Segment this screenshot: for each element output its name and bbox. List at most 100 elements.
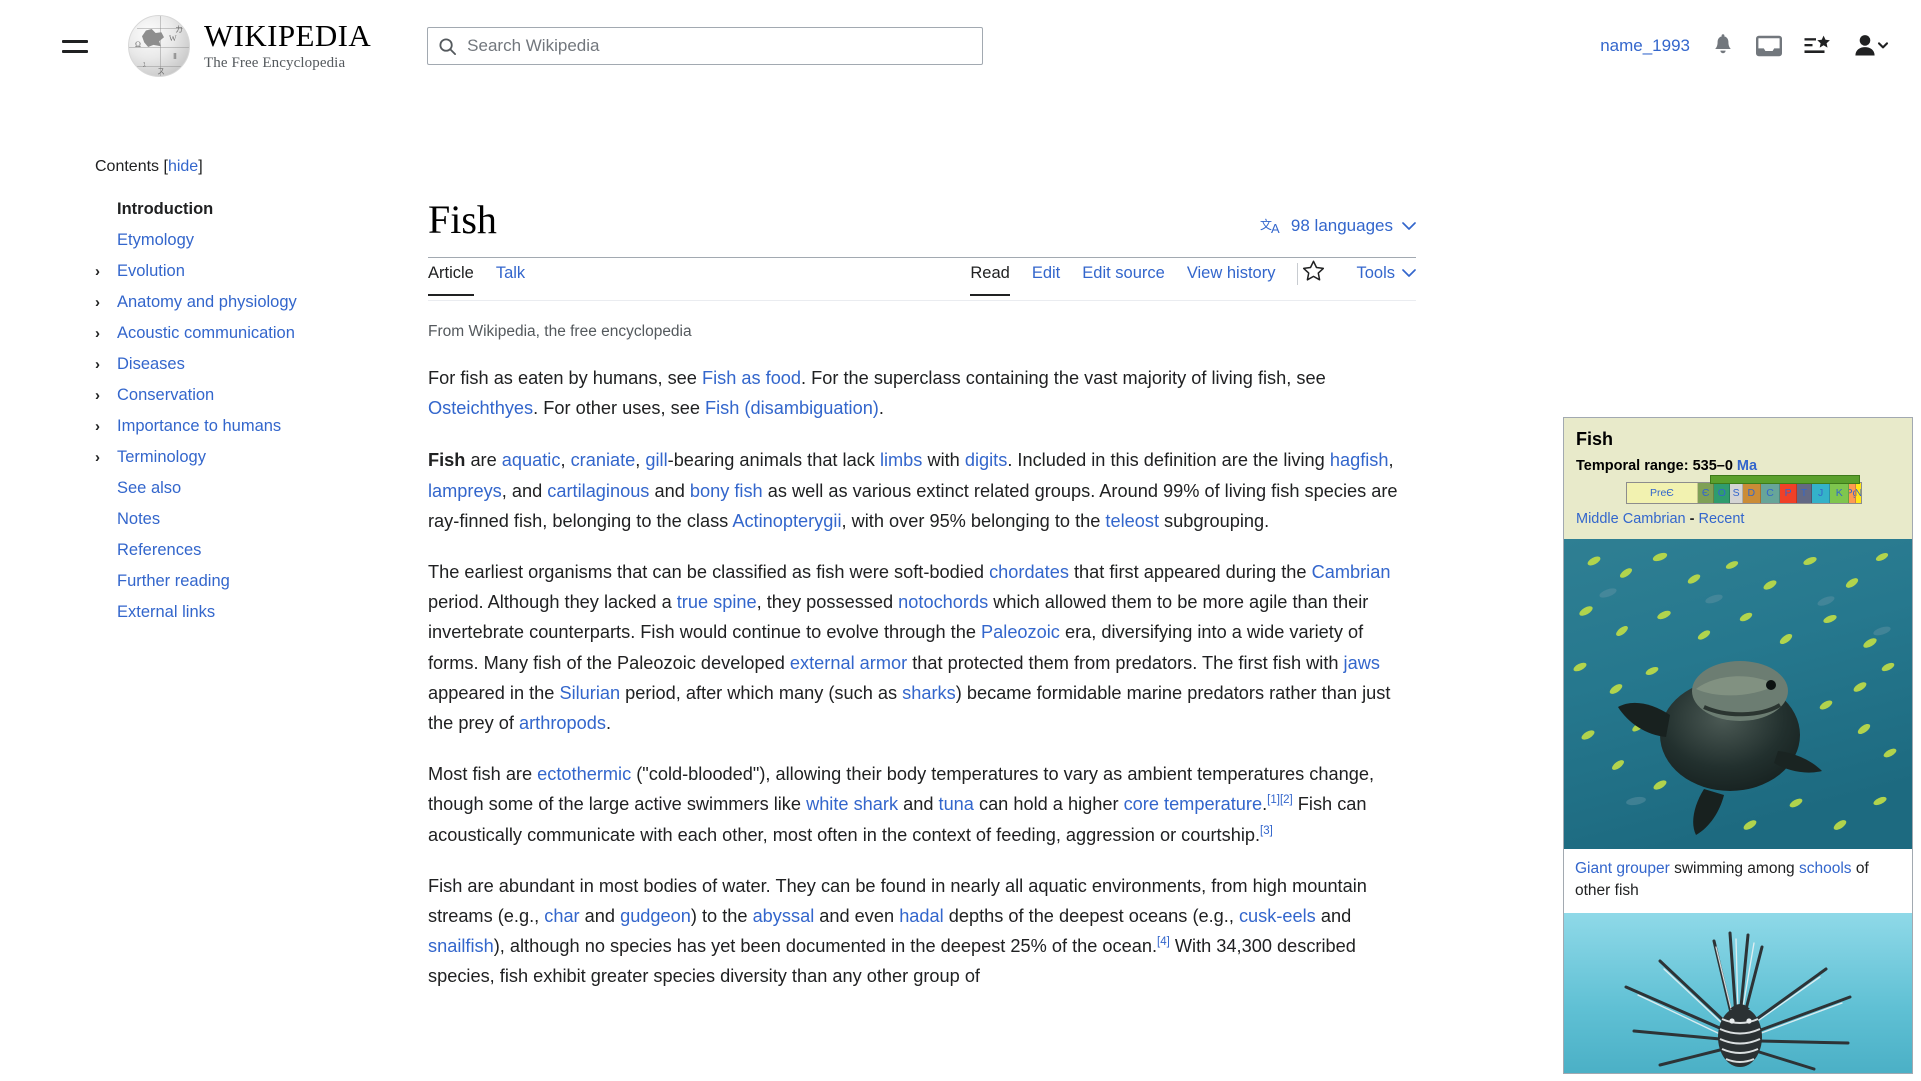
- toc-item-label[interactable]: Anatomy and physiology: [117, 293, 297, 312]
- toc-hide-button[interactable]: hide: [168, 158, 198, 175]
- toc-item-label[interactable]: Introduction: [117, 200, 213, 219]
- link-notochords[interactable]: notochords: [898, 592, 988, 612]
- link-limbs[interactable]: limbs: [880, 450, 922, 470]
- timescale-segment[interactable]: O: [1714, 483, 1731, 503]
- tab-edit[interactable]: Edit: [1032, 264, 1060, 295]
- toc-item-references[interactable]: References: [95, 535, 424, 566]
- chevron-right-icon[interactable]: ›: [95, 387, 117, 404]
- toc-item-etymology[interactable]: Etymology: [95, 225, 424, 256]
- link-hadal[interactable]: hadal: [899, 906, 944, 926]
- tab-read[interactable]: Read: [970, 264, 1010, 296]
- chevron-right-icon[interactable]: ›: [95, 263, 117, 280]
- toc-item-acoustic-communication[interactable]: › Acoustic communication: [95, 318, 424, 349]
- link-char[interactable]: char: [544, 906, 579, 926]
- toc-item-label[interactable]: Acoustic communication: [117, 324, 295, 343]
- link-external-armor[interactable]: external armor: [790, 653, 907, 673]
- link-silurian[interactable]: Silurian: [559, 683, 620, 703]
- giant-grouper-photo[interactable]: [1564, 539, 1912, 849]
- toc-item-label[interactable]: External links: [117, 603, 215, 622]
- chevron-right-icon[interactable]: ›: [95, 418, 117, 435]
- link-aquatic[interactable]: aquatic: [502, 450, 561, 470]
- toc-item-label[interactable]: Further reading: [117, 572, 230, 591]
- toc-item-diseases[interactable]: › Diseases: [95, 349, 424, 380]
- toc-item-label[interactable]: Evolution: [117, 262, 185, 281]
- hamburger-icon[interactable]: [54, 25, 96, 67]
- chevron-right-icon[interactable]: ›: [95, 356, 117, 373]
- chevron-right-icon[interactable]: ›: [95, 325, 117, 342]
- tools-menu-button[interactable]: Tools: [1356, 264, 1416, 294]
- toc-item-label[interactable]: Terminology: [117, 448, 206, 467]
- link-jaws[interactable]: jaws: [1344, 653, 1380, 673]
- toc-item-conservation[interactable]: › Conservation: [95, 380, 424, 411]
- search-input[interactable]: Search Wikipedia: [427, 27, 984, 65]
- timescale-segment[interactable]: K: [1830, 483, 1850, 503]
- link-core-temperature[interactable]: core temperature: [1124, 794, 1263, 814]
- toc-item-terminology[interactable]: › Terminology: [95, 442, 424, 473]
- link-chordates[interactable]: chordates: [989, 562, 1069, 582]
- reference-1[interactable]: [1]: [1267, 794, 1280, 806]
- link-snailfish[interactable]: snailfish: [428, 936, 494, 956]
- timescale-segment[interactable]: S: [1730, 483, 1743, 503]
- chevron-right-icon[interactable]: ›: [95, 449, 117, 466]
- timescale-segment[interactable]: P: [1780, 483, 1798, 503]
- link-sharks[interactable]: sharks: [902, 683, 956, 703]
- tab-talk[interactable]: Talk: [496, 264, 525, 295]
- link-middle-cambrian[interactable]: Middle Cambrian: [1576, 511, 1686, 527]
- watch-star-icon[interactable]: [1302, 260, 1325, 287]
- toc-item-label[interactable]: Etymology: [117, 231, 194, 250]
- toc-item-label[interactable]: See also: [117, 479, 181, 498]
- toc-item-further-reading[interactable]: Further reading: [95, 566, 424, 597]
- link-craniate[interactable]: craniate: [571, 450, 636, 470]
- timescale-segment[interactable]: C: [1760, 483, 1781, 503]
- timescale-segment[interactable]: N: [1855, 483, 1861, 503]
- toc-item-notes[interactable]: Notes: [95, 504, 424, 535]
- timescale-segment[interactable]: D: [1742, 483, 1761, 503]
- tab-edit-source[interactable]: Edit source: [1082, 264, 1165, 295]
- link-giant-grouper[interactable]: Giant grouper: [1575, 860, 1670, 877]
- username-link[interactable]: name_1993: [1600, 36, 1690, 56]
- link-arthropods[interactable]: arthropods: [519, 713, 606, 733]
- timescale-segment[interactable]: PreЄ: [1627, 483, 1698, 503]
- timescale-segment[interactable]: J: [1811, 483, 1831, 503]
- link-schools[interactable]: schools: [1799, 860, 1852, 877]
- bell-icon[interactable]: [1712, 34, 1734, 58]
- toc-item-introduction[interactable]: Introduction: [95, 194, 424, 225]
- toc-item-importance-to-humans[interactable]: › Importance to humans: [95, 411, 424, 442]
- user-avatar-icon[interactable]: [1853, 34, 1889, 58]
- toc-item-label[interactable]: Conservation: [117, 386, 214, 405]
- link-osteichthyes[interactable]: Osteichthyes: [428, 398, 533, 418]
- link-fish-as-food[interactable]: Fish as food: [702, 368, 801, 388]
- toc-item-anatomy-and-physiology[interactable]: › Anatomy and physiology: [95, 287, 424, 318]
- link-actinopterygii[interactable]: Actinopterygii: [732, 511, 841, 531]
- reference-4[interactable]: [4]: [1157, 936, 1170, 948]
- language-selector-button[interactable]: 文 A 98 languages: [1260, 216, 1416, 236]
- reference-3[interactable]: [3]: [1260, 825, 1273, 837]
- link-gill[interactable]: gill: [645, 450, 667, 470]
- link-ectothermic[interactable]: ectothermic: [537, 764, 631, 784]
- link-bony-fish[interactable]: bony fish: [690, 481, 763, 501]
- reference-2[interactable]: [2]: [1280, 794, 1293, 806]
- toc-item-label[interactable]: Diseases: [117, 355, 185, 374]
- temporal-range-unit[interactable]: Ma: [1737, 458, 1757, 474]
- link-hagfish[interactable]: hagfish: [1330, 450, 1389, 470]
- toc-item-external-links[interactable]: External links: [95, 597, 424, 628]
- chevron-right-icon[interactable]: ›: [95, 294, 117, 311]
- link-paleozoic[interactable]: Paleozoic: [981, 622, 1060, 642]
- toc-item-label[interactable]: Importance to humans: [117, 417, 281, 436]
- timescale-segment[interactable]: T: [1797, 483, 1812, 503]
- link-white-shark[interactable]: white shark: [806, 794, 898, 814]
- timescale-segment[interactable]: Pg: [1849, 483, 1856, 503]
- wikipedia-logo-link[interactable]: Ω W Ⅱ ג ス カ WIKIPEDIA The Free Encyclope…: [128, 15, 371, 77]
- link-cusk-eels[interactable]: cusk-eels: [1239, 906, 1316, 926]
- toc-item-evolution[interactable]: › Evolution: [95, 256, 424, 287]
- tab-article[interactable]: Article: [428, 264, 474, 296]
- link-fish-disambiguation[interactable]: Fish (disambiguation): [705, 398, 879, 418]
- inbox-icon[interactable]: [1756, 35, 1782, 57]
- watchlist-icon[interactable]: [1804, 35, 1831, 57]
- link-lampreys[interactable]: lampreys: [428, 481, 502, 501]
- link-tuna[interactable]: tuna: [939, 794, 974, 814]
- link-true-spine[interactable]: true spine: [677, 592, 757, 612]
- link-gudgeon[interactable]: gudgeon: [620, 906, 691, 926]
- toc-item-label[interactable]: References: [117, 541, 201, 560]
- link-cambrian[interactable]: Cambrian: [1312, 562, 1391, 582]
